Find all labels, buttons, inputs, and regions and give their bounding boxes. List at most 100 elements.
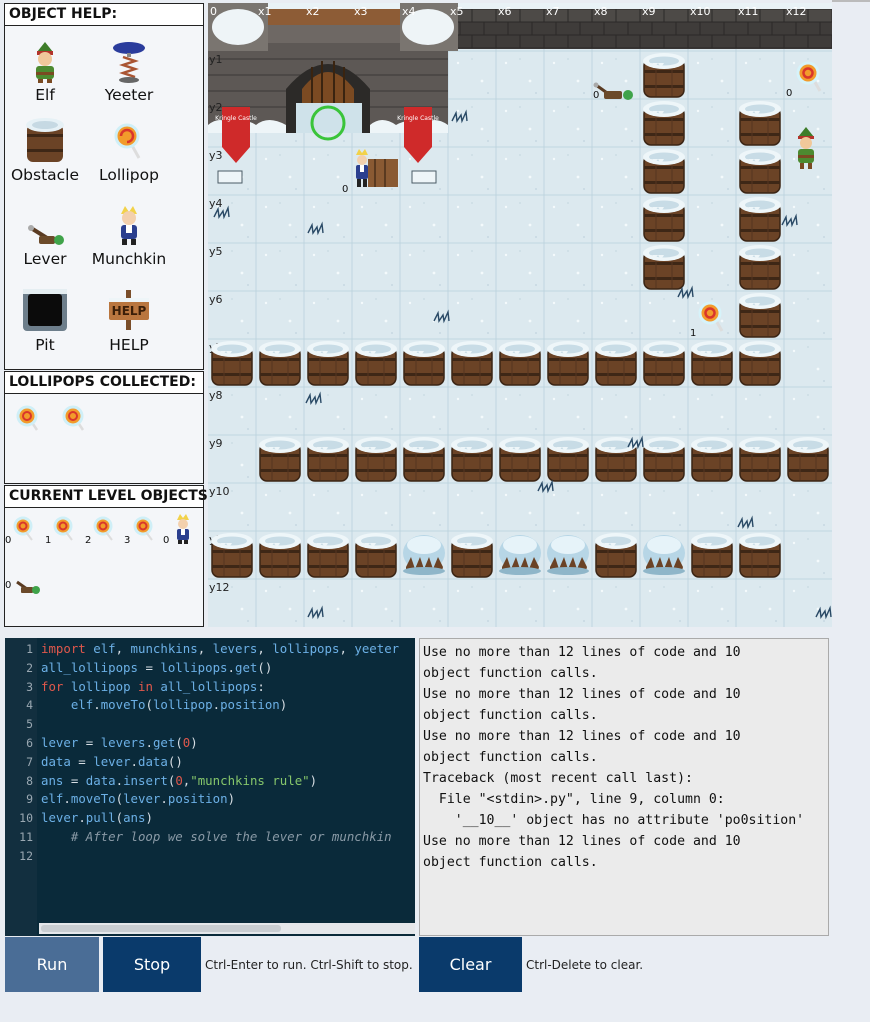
code-line[interactable]: for lollipop in all_lollipops: bbox=[41, 679, 265, 694]
app-root: { "help_panel": { "title": "OBJECT HELP:… bbox=[0, 0, 870, 1022]
obstacle-barrel-frozen bbox=[643, 535, 685, 575]
lever-icon bbox=[28, 225, 64, 245]
obstacle-barrel bbox=[642, 52, 686, 98]
obstacle-barrel bbox=[210, 532, 254, 578]
line-number: 11 bbox=[19, 830, 33, 844]
object-lever-0: 0 bbox=[5, 580, 40, 594]
obstacle-barrel bbox=[258, 436, 302, 482]
help-item-yeeter: Yeeter bbox=[79, 40, 179, 104]
obstacle-barrel-frozen bbox=[499, 535, 541, 575]
obstacle-barrel bbox=[354, 340, 398, 386]
svg-text:HELP: HELP bbox=[112, 304, 147, 318]
code-line[interactable]: import elf, munchkins, levers, lollipops… bbox=[41, 641, 399, 656]
obstacle-barrel bbox=[642, 196, 686, 242]
obstacle-barrel bbox=[498, 340, 542, 386]
lollipops-collected-title: LOLLIPOPS COLLECTED: bbox=[5, 372, 203, 394]
line-number: 12 bbox=[19, 848, 33, 863]
column-label: x1 bbox=[258, 5, 272, 18]
obstacle-barrel bbox=[738, 100, 782, 146]
obstacle-barrel bbox=[306, 436, 350, 482]
obstacle-barrel bbox=[738, 196, 782, 242]
help-label-yeeter: Yeeter bbox=[104, 86, 154, 104]
obstacle-barrel bbox=[402, 340, 446, 386]
object-index-label: 2 bbox=[85, 535, 91, 546]
row-label: y9 bbox=[209, 437, 223, 450]
obstacle-barrel bbox=[546, 436, 590, 482]
object-index-label: 0 bbox=[163, 535, 169, 546]
code-line[interactable]: elf.moveTo(lever.position) bbox=[41, 791, 235, 806]
code-line[interactable]: lever = levers.get(0) bbox=[41, 735, 198, 750]
obstacle-barrel bbox=[642, 100, 686, 146]
banner-text-right: Kringle Castle bbox=[397, 115, 439, 122]
collected-lollipop-icon bbox=[16, 405, 39, 431]
row-label: y8 bbox=[209, 389, 223, 402]
line-number: 8 bbox=[26, 773, 33, 788]
lollipop-index-label: 1 bbox=[690, 328, 696, 339]
row-label: y1 bbox=[209, 53, 223, 66]
clear-button[interactable]: Clear bbox=[419, 937, 522, 992]
column-label: x6 bbox=[498, 5, 512, 18]
obstacle-barrel bbox=[738, 436, 782, 482]
code-line[interactable]: data = lever.data() bbox=[41, 754, 183, 769]
code-line[interactable]: ans = data.insert(0,"munchkins rule") bbox=[41, 773, 317, 788]
code-line[interactable]: lever.pull(ans) bbox=[41, 810, 153, 825]
yeeter-icon bbox=[113, 42, 145, 83]
code-line[interactable]: elf.moveTo(lollipop.position) bbox=[41, 697, 287, 712]
obstacle-barrel bbox=[738, 532, 782, 578]
current-level-objects-panel: CURRENT LEVEL OBJECTS: 0 1 2 3 0 0 bbox=[4, 485, 213, 627]
obstacle-barrel bbox=[786, 436, 830, 482]
column-label: x7 bbox=[546, 5, 560, 18]
line-number: 3 bbox=[26, 679, 33, 694]
horizontal-scrollbar-thumb[interactable] bbox=[41, 925, 281, 932]
help-item-help[interactable]: HELP HELP bbox=[79, 286, 179, 354]
help-item-lollipop: Lollipop bbox=[79, 116, 179, 184]
lollipops-collected-panel: LOLLIPOPS COLLECTED: bbox=[4, 371, 204, 484]
column-label: x11 bbox=[738, 5, 759, 18]
line-number: 9 bbox=[26, 792, 33, 807]
code-editor[interactable]: 1 2 3 4 5 6 7 8 9 10 11 12 import elf, munchkins, l… bbox=[5, 638, 415, 936]
row-label: y2 bbox=[209, 101, 223, 114]
line-number: 6 bbox=[26, 736, 33, 750]
obstacle-barrel bbox=[642, 148, 686, 194]
obstacle-barrel bbox=[450, 532, 494, 578]
obstacle-barrel bbox=[738, 148, 782, 194]
obstacle-barrel bbox=[642, 436, 686, 482]
board-canvas: Kringle Castle Kringle Castle 0 x1 x2 x3 x4 x… bbox=[208, 3, 832, 627]
lollipop-index-label: 0 bbox=[786, 88, 792, 99]
collected-lollipop-icon bbox=[62, 405, 85, 431]
run-button[interactable]: Run bbox=[5, 937, 99, 992]
code-line[interactable]: all_lollipops = lollipops.get() bbox=[41, 660, 272, 675]
barrel-icon bbox=[26, 118, 64, 162]
top-edge-line bbox=[832, 0, 870, 2]
obstacle-barrel-frozen bbox=[403, 535, 445, 575]
column-label: x8 bbox=[594, 5, 608, 18]
object-lollipop-2: 2 bbox=[85, 516, 113, 546]
object-index-label: 0 bbox=[5, 580, 11, 591]
obstacle-barrel bbox=[738, 340, 782, 386]
pit-icon bbox=[23, 289, 67, 331]
object-lollipop-3: 3 bbox=[124, 516, 153, 546]
obstacle-barrel bbox=[210, 340, 254, 386]
line-number: 4 bbox=[26, 698, 33, 713]
obstacle-barrel bbox=[450, 340, 494, 386]
row-label: y5 bbox=[209, 245, 223, 258]
object-lollipop-1: 1 bbox=[45, 516, 73, 546]
object-help-title: OBJECT HELP: bbox=[5, 4, 203, 26]
obstacle-barrel bbox=[690, 532, 734, 578]
lollipop-icon bbox=[114, 123, 141, 159]
line-number: 7 bbox=[26, 754, 33, 769]
line-number-gutter: 1 2 3 4 5 6 7 8 9 10 11 12 bbox=[5, 638, 37, 936]
obstacle-barrel bbox=[690, 436, 734, 482]
obstacle-barrel bbox=[594, 436, 638, 482]
stop-button[interactable]: Stop bbox=[103, 937, 201, 992]
column-label: x10 bbox=[690, 5, 711, 18]
clear-shortcut-hint: Ctrl-Delete to clear. bbox=[526, 958, 644, 972]
elf-icon bbox=[36, 42, 54, 83]
code-line[interactable]: # After loop we solve the lever or munch… bbox=[41, 829, 392, 844]
help-label-munchkin: Munchkin bbox=[91, 250, 167, 268]
object-index-label: 0 bbox=[5, 535, 11, 546]
obstacle-barrel bbox=[546, 340, 590, 386]
collected-lollipops bbox=[16, 405, 85, 431]
obstacle-barrel bbox=[354, 532, 398, 578]
obstacle-barrel bbox=[642, 244, 686, 290]
